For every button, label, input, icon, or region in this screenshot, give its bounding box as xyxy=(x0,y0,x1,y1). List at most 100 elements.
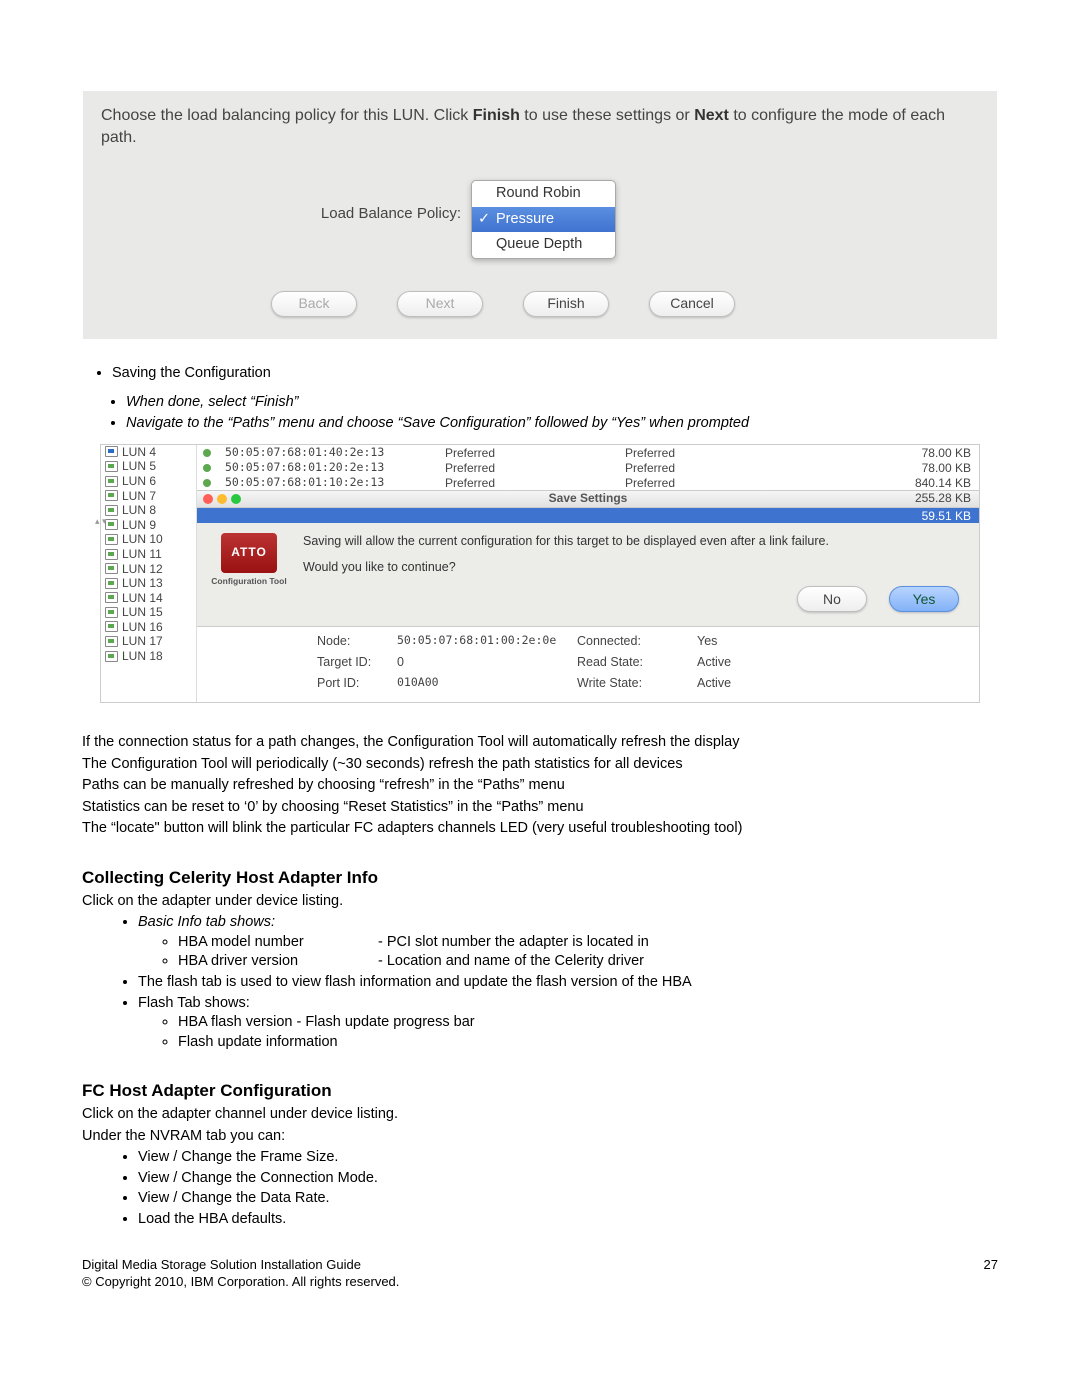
path-addr: 50:05:07:68:01:40:2e:13 xyxy=(225,445,445,461)
status-dot-icon xyxy=(203,449,211,457)
disk-icon xyxy=(105,636,118,647)
heading-celerity: Collecting Celerity Host Adapter Info xyxy=(82,867,998,890)
page-footer: Digital Media Storage Solution Installat… xyxy=(82,1256,998,1291)
para-2: The Configuration Tool will periodically… xyxy=(82,755,998,775)
cel-b1: Basic Info tab shows: xyxy=(138,914,275,930)
instr-mid: to use these settings or xyxy=(520,107,694,124)
footer-title: Digital Media Storage Solution Installat… xyxy=(82,1256,399,1274)
path-addr: 50:05:07:68:01:20:2e:13 xyxy=(225,460,445,476)
table-row[interactable]: 50:05:07:68:01:20:2e:13PreferredPreferre… xyxy=(197,460,979,475)
cel-b2: The flash tab is used to view flash info… xyxy=(138,973,998,993)
disk-icon xyxy=(105,607,118,618)
info-write-val: Active xyxy=(697,675,777,692)
list-item[interactable]: LUN 7 xyxy=(101,488,196,503)
list-item[interactable]: LUN 17 xyxy=(101,634,196,649)
path-c2: Preferred xyxy=(625,445,785,461)
save-settings-titlebar: Save Settings 255.28 KB xyxy=(197,490,979,508)
table-row[interactable]: 50:05:07:68:01:10:2e:13PreferredPreferre… xyxy=(197,475,979,490)
fc-b4: Load the HBA defaults. xyxy=(138,1210,998,1230)
disk-icon xyxy=(105,621,118,632)
load-balance-dropdown[interactable]: Round Robin Pressure Queue Depth xyxy=(471,180,616,259)
yes-button[interactable]: Yes xyxy=(889,586,959,612)
table-row[interactable]: 50:05:07:68:01:40:2e:13PreferredPreferre… xyxy=(197,445,979,460)
list-item[interactable]: LUN 14 xyxy=(101,591,196,606)
back-button[interactable]: Back xyxy=(271,291,357,317)
fc-line1: Click on the adapter channel under devic… xyxy=(82,1105,998,1125)
cancel-button[interactable]: Cancel xyxy=(649,291,735,317)
dropdown-option-queue-depth[interactable]: Queue Depth xyxy=(472,232,615,258)
load-balance-label: Load Balance Policy: xyxy=(101,180,471,224)
info-conn-lbl: Connected: xyxy=(577,633,697,650)
instruction-text: Choose the load balancing policy for thi… xyxy=(101,105,979,148)
list-item[interactable]: LUN 15 xyxy=(101,605,196,620)
save-msg-1: Saving will allow the current configurat… xyxy=(303,533,967,550)
list-item[interactable]: LUN 18 xyxy=(101,649,196,664)
footer-copyright: © Copyright 2010, IBM Corporation. All r… xyxy=(82,1273,399,1291)
disk-icon xyxy=(105,534,118,545)
para-3: Paths can be manually refreshed by choos… xyxy=(82,776,998,796)
info-node-lbl: Node: xyxy=(317,633,397,650)
cel-b1b: HBA driver version- Location and name of… xyxy=(178,952,998,972)
no-button[interactable]: No xyxy=(797,586,867,612)
save-settings-dialog: ATTO Configuration Tool Saving will allo… xyxy=(197,523,979,628)
para-4: Statistics can be reset to ‘0’ by choosi… xyxy=(82,798,998,818)
info-node-val: 50:05:07:68:01:00:2e:0e xyxy=(397,633,577,650)
instr-b2: Next xyxy=(694,107,729,124)
list-item[interactable]: LUN 8 xyxy=(101,503,196,518)
info-read-val: Active xyxy=(697,654,777,671)
finish-button[interactable]: Finish xyxy=(523,291,609,317)
target-info: Node:50:05:07:68:01:00:2e:0eConnected:Ye… xyxy=(197,627,979,702)
fc-b2: View / Change the Connection Mode. xyxy=(138,1169,998,1189)
info-port-lbl: Port ID: xyxy=(317,675,397,692)
disk-icon xyxy=(105,505,118,516)
bullet-finish: When done, select “Finish” xyxy=(126,393,998,413)
dropdown-option-pressure[interactable]: Pressure xyxy=(472,207,615,233)
para-5: The “locate" button will blink the parti… xyxy=(82,819,998,839)
disk-icon xyxy=(105,651,118,662)
list-item[interactable]: LUN 5 xyxy=(101,459,196,474)
path-c1: Preferred xyxy=(445,460,625,476)
list-item[interactable]: LUN 12 xyxy=(101,561,196,576)
list-item[interactable]: LUN 11 xyxy=(101,547,196,562)
para-1: If the connection status for a path chan… xyxy=(82,733,998,753)
info-targ-val: 0 xyxy=(397,654,577,671)
bullet-saving: Saving the Configuration xyxy=(112,364,998,384)
celerity-intro: Click on the adapter under device listin… xyxy=(82,892,998,912)
atto-logo-icon: ATTO Configuration Tool xyxy=(209,533,289,613)
info-targ-lbl: Target ID: xyxy=(317,654,397,671)
info-write-lbl: Write State: xyxy=(577,675,697,692)
path-c2: Preferred xyxy=(625,475,785,491)
disk-icon xyxy=(105,549,118,560)
path-addr: 50:05:07:68:01:10:2e:13 xyxy=(225,475,445,491)
list-item[interactable]: LUN 10 xyxy=(101,532,196,547)
list-item[interactable]: LUN 4 xyxy=(101,445,196,460)
list-item[interactable]: LUN 13 xyxy=(101,576,196,591)
info-port-val: 010A00 xyxy=(397,675,577,692)
list-item[interactable]: LUN 16 xyxy=(101,620,196,635)
fc-line2: Under the NVRAM tab you can: xyxy=(82,1127,998,1147)
dropdown-option-round-robin[interactable]: Round Robin xyxy=(472,181,615,207)
path-size: 255.28 KB xyxy=(915,490,971,506)
disk-icon xyxy=(105,490,118,501)
disk-icon xyxy=(105,446,118,457)
disk-icon xyxy=(105,461,118,472)
resize-handle-icon: ▴ ▾ xyxy=(95,515,107,527)
lun-list: LUN 4 LUN 5 LUN 6 LUN 7 LUN 8 LUN 9 LUN … xyxy=(101,445,197,702)
instr-b1: Finish xyxy=(473,107,520,124)
next-button[interactable]: Next xyxy=(397,291,483,317)
list-item[interactable]: LUN 6 xyxy=(101,474,196,489)
info-conn-val: Yes xyxy=(697,633,777,650)
load-balance-dialog: Choose the load balancing policy for thi… xyxy=(82,90,998,340)
info-read-lbl: Read State: xyxy=(577,654,697,671)
cel-b3a: HBA flash version - Flash update progres… xyxy=(178,1013,998,1033)
path-c1: Preferred xyxy=(445,475,625,491)
table-row[interactable]: 59.51 KB xyxy=(197,508,979,523)
path-c2: Preferred xyxy=(625,460,785,476)
disk-icon xyxy=(105,592,118,603)
list-item[interactable]: LUN 9 xyxy=(101,518,196,533)
page-number: 27 xyxy=(984,1256,998,1291)
path-size: 78.00 KB xyxy=(785,445,979,461)
disk-icon xyxy=(105,476,118,487)
instr-pre: Choose the load balancing policy for thi… xyxy=(101,107,473,124)
cel-b3b: Flash update information xyxy=(178,1033,998,1053)
